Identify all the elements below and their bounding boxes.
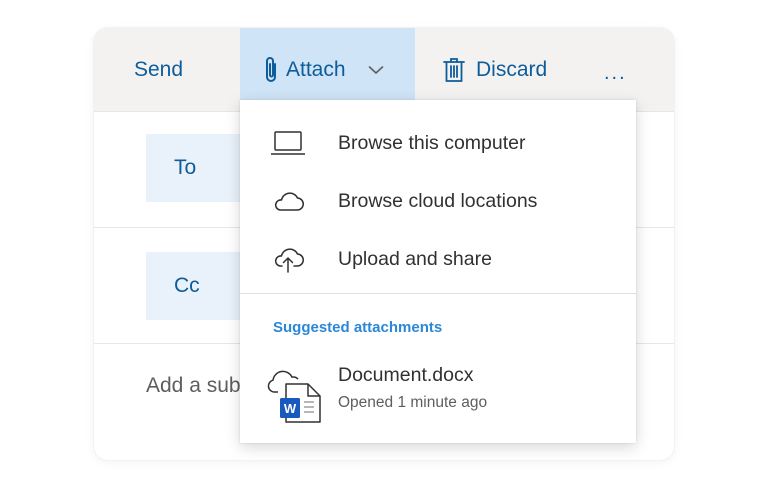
send-button[interactable]: Send (134, 28, 183, 112)
trash-icon (443, 58, 465, 82)
send-button-label: Send (134, 58, 184, 81)
chevron-down-icon[interactable] (368, 65, 384, 75)
menu-divider (240, 293, 636, 294)
attach-dropdown-menu: Browse this computer Browse cloud locati… (240, 100, 636, 443)
discard-button-label: Discard (476, 58, 548, 81)
cloud-icon (274, 192, 304, 211)
menu-item-browse-computer[interactable]: Browse this computer (240, 114, 636, 172)
suggested-attachment-item[interactable]: W Document.docx Opened 1 minute ago (240, 352, 636, 432)
menu-item-label: Browse this computer (338, 131, 526, 154)
attachment-name: Document.docx (338, 364, 474, 386)
laptop-icon (271, 131, 305, 155)
paperclip-icon (266, 57, 276, 82)
suggested-attachments-heading: Suggested attachments (273, 319, 443, 336)
menu-item-browse-cloud[interactable]: Browse cloud locations (240, 172, 636, 230)
cloud-upload-icon (274, 248, 304, 273)
subject-input[interactable]: Add a subject (146, 374, 246, 398)
more-options-label: ... (604, 61, 627, 84)
svg-text:W: W (284, 401, 297, 416)
word-cloud-document-icon: W (267, 370, 321, 423)
attach-button-label: Attach (286, 58, 346, 81)
cc-button-label: Cc (174, 274, 200, 297)
menu-item-label: Upload and share (338, 247, 492, 270)
attachment-meta: Opened 1 minute ago (338, 394, 488, 411)
menu-item-upload-share[interactable]: Upload and share (240, 230, 636, 288)
menu-item-label: Browse cloud locations (338, 189, 538, 212)
to-button-label: To (174, 156, 197, 179)
